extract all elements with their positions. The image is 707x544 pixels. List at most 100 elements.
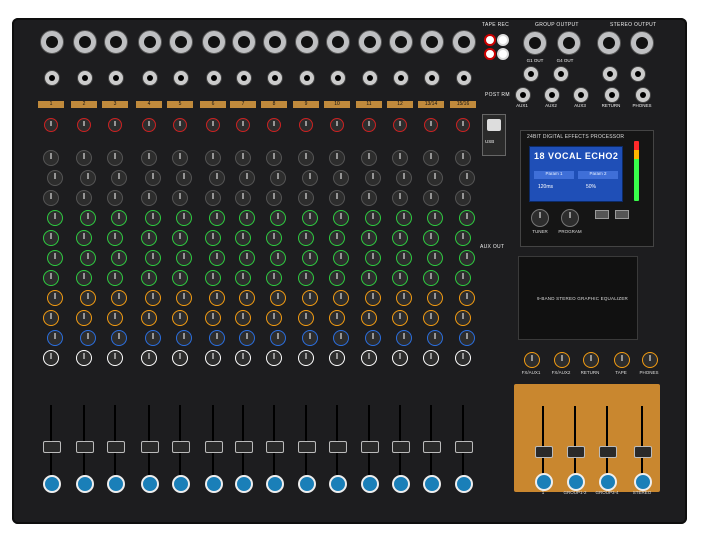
channel-knob[interactable] xyxy=(270,290,286,306)
channel-knob[interactable] xyxy=(172,190,188,206)
channel-knob[interactable] xyxy=(172,150,188,166)
input-xlr-13[interactable] xyxy=(420,30,444,54)
channel-knob[interactable] xyxy=(333,330,349,346)
channel-fader-cap[interactable] xyxy=(107,441,125,453)
channel-knob[interactable] xyxy=(333,170,349,186)
channel-knob[interactable] xyxy=(455,270,471,286)
channel-knob[interactable] xyxy=(172,230,188,246)
channel-knob[interactable] xyxy=(333,250,349,266)
channel-knob[interactable] xyxy=(43,310,59,326)
channel-mute-button[interactable] xyxy=(455,475,473,493)
stereo-insert-r-jack[interactable] xyxy=(630,66,646,82)
channel-knob[interactable] xyxy=(427,210,443,226)
channel-mute-button[interactable] xyxy=(43,475,61,493)
channel-knob[interactable] xyxy=(239,290,255,306)
channel-fader-cap[interactable] xyxy=(172,441,190,453)
master-knob[interactable] xyxy=(614,352,630,368)
channel-knob[interactable] xyxy=(298,350,314,366)
channel-knob[interactable] xyxy=(298,190,314,206)
input-line-9[interactable] xyxy=(299,70,315,86)
channel-knob[interactable] xyxy=(459,330,475,346)
channel-knob[interactable] xyxy=(459,210,475,226)
channel-knob[interactable] xyxy=(361,150,377,166)
channel-knob[interactable] xyxy=(455,150,471,166)
channel-knob[interactable] xyxy=(176,290,192,306)
channel-knob[interactable] xyxy=(209,250,225,266)
channel-knob[interactable] xyxy=(455,190,471,206)
input-xlr-12[interactable] xyxy=(389,30,413,54)
channel-knob[interactable] xyxy=(396,250,412,266)
channel-mute-button[interactable] xyxy=(205,475,223,493)
channel-knob[interactable] xyxy=(107,190,123,206)
channel-knob[interactable] xyxy=(333,210,349,226)
program-knob[interactable] xyxy=(561,209,579,227)
channel-knob[interactable] xyxy=(423,190,439,206)
channel-knob[interactable] xyxy=(47,330,63,346)
channel-mute-button[interactable] xyxy=(172,475,190,493)
channel-knob[interactable] xyxy=(107,270,123,286)
input-xlr-11[interactable] xyxy=(358,30,382,54)
channel-knob[interactable] xyxy=(333,290,349,306)
channel-knob[interactable] xyxy=(205,190,221,206)
channel-knob[interactable] xyxy=(392,310,408,326)
channel-knob[interactable] xyxy=(235,350,251,366)
channel-knob[interactable] xyxy=(176,170,192,186)
channel-knob[interactable] xyxy=(423,310,439,326)
channel-knob[interactable] xyxy=(361,230,377,246)
channel-knob[interactable] xyxy=(329,190,345,206)
master-knob[interactable] xyxy=(642,352,658,368)
input-xlr-6[interactable] xyxy=(202,30,226,54)
master-knob[interactable] xyxy=(524,352,540,368)
channel-fader-cap[interactable] xyxy=(76,441,94,453)
channel-knob[interactable] xyxy=(43,150,59,166)
input-xlr-4[interactable] xyxy=(138,30,162,54)
channel-knob[interactable] xyxy=(266,310,282,326)
channel-knob[interactable] xyxy=(111,170,127,186)
channel-knob[interactable] xyxy=(43,350,59,366)
input-line-4[interactable] xyxy=(142,70,158,86)
input-line-12[interactable] xyxy=(393,70,409,86)
channel-knob[interactable] xyxy=(427,250,443,266)
input-xlr-10[interactable] xyxy=(326,30,350,54)
channel-knob[interactable] xyxy=(329,310,345,326)
channel-knob[interactable] xyxy=(76,230,92,246)
channel-knob[interactable] xyxy=(266,270,282,286)
input-xlr-7[interactable] xyxy=(232,30,256,54)
gain-knob[interactable] xyxy=(424,118,438,132)
channel-knob[interactable] xyxy=(141,270,157,286)
channel-mute-button[interactable] xyxy=(266,475,284,493)
channel-knob[interactable] xyxy=(176,210,192,226)
channel-knob[interactable] xyxy=(423,350,439,366)
channel-knob[interactable] xyxy=(365,330,381,346)
channel-knob[interactable] xyxy=(47,250,63,266)
channel-knob[interactable] xyxy=(459,250,475,266)
input-line-8[interactable] xyxy=(267,70,283,86)
input-xlr-5[interactable] xyxy=(169,30,193,54)
channel-mute-button[interactable] xyxy=(423,475,441,493)
channel-knob[interactable] xyxy=(205,310,221,326)
tuner-knob[interactable] xyxy=(531,209,549,227)
gain-knob[interactable] xyxy=(456,118,470,132)
channel-knob[interactable] xyxy=(141,230,157,246)
channel-knob[interactable] xyxy=(365,210,381,226)
stereo-insert-l-jack[interactable] xyxy=(602,66,618,82)
channel-knob[interactable] xyxy=(209,210,225,226)
channel-knob[interactable] xyxy=(43,270,59,286)
channel-knob[interactable] xyxy=(76,350,92,366)
channel-knob[interactable] xyxy=(205,270,221,286)
channel-knob[interactable] xyxy=(47,170,63,186)
channel-knob[interactable] xyxy=(423,150,439,166)
channel-mute-button[interactable] xyxy=(361,475,379,493)
gain-knob[interactable] xyxy=(393,118,407,132)
channel-knob[interactable] xyxy=(302,330,318,346)
gain-knob[interactable] xyxy=(44,118,58,132)
channel-knob[interactable] xyxy=(172,270,188,286)
channel-knob[interactable] xyxy=(396,330,412,346)
channel-knob[interactable] xyxy=(111,250,127,266)
tape-out-rca-right[interactable] xyxy=(497,48,509,60)
channel-knob[interactable] xyxy=(266,350,282,366)
channel-fader-cap[interactable] xyxy=(455,441,473,453)
channel-knob[interactable] xyxy=(396,210,412,226)
gain-knob[interactable] xyxy=(330,118,344,132)
channel-knob[interactable] xyxy=(423,230,439,246)
